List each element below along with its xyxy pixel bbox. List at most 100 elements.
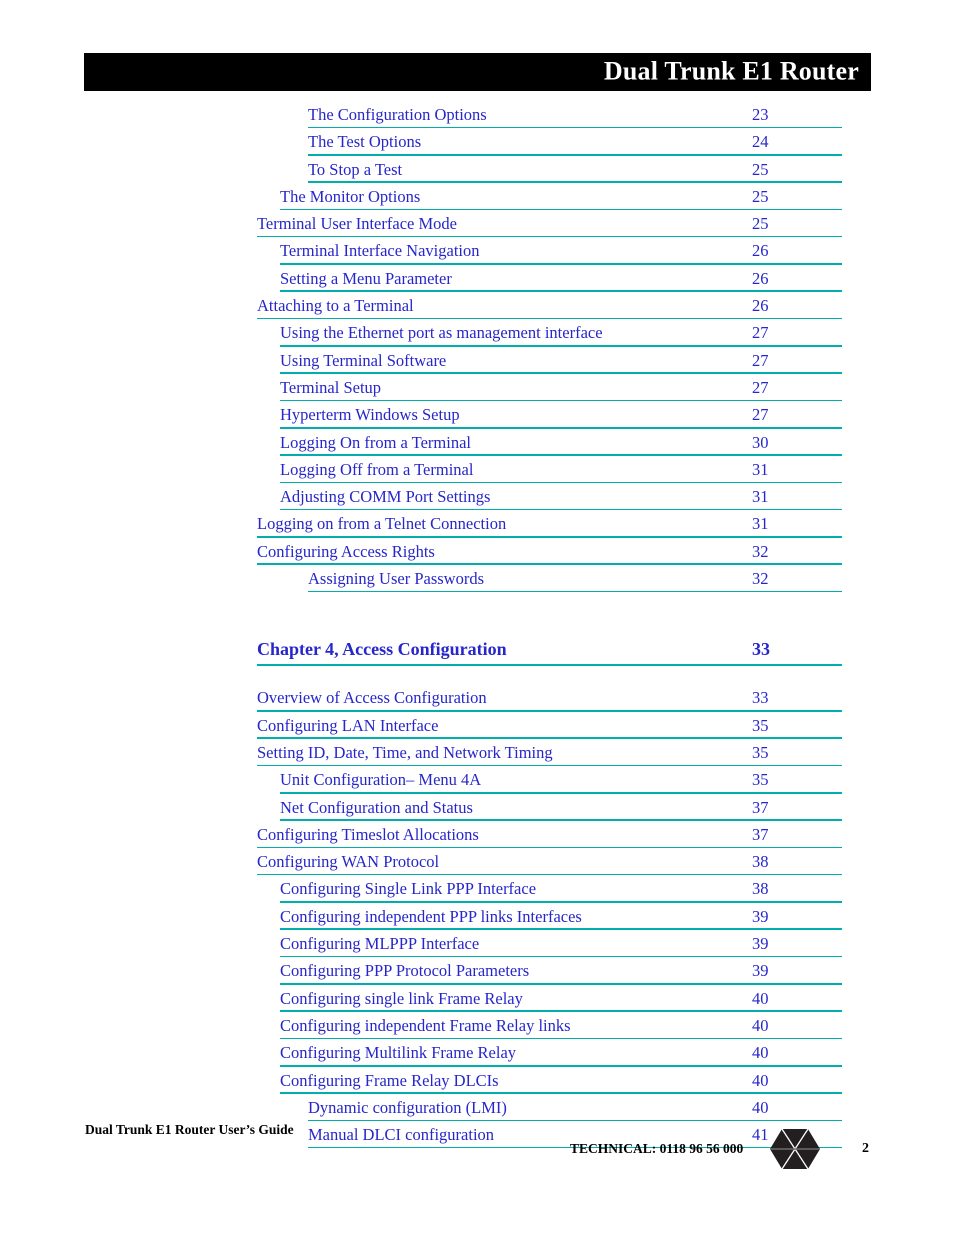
- toc-row[interactable]: Hyperterm Windows Setup 27: [0, 404, 954, 431]
- toc-row[interactable]: Overview of Access Configuration 33: [0, 687, 954, 714]
- toc-entry-label[interactable]: Configuring single link Frame Relay: [280, 989, 523, 1009]
- page-title: Dual Trunk E1 Router: [603, 56, 859, 86]
- toc-entry-label[interactable]: Configuring Multilink Frame Relay: [280, 1043, 516, 1063]
- toc-entry-rule: [280, 1064, 842, 1067]
- toc-row[interactable]: Configuring Multilink Frame Relay 40: [0, 1042, 954, 1069]
- toc-entry-page-number: 39: [752, 934, 769, 954]
- toc-entry-label[interactable]: Attaching to a Terminal: [257, 296, 414, 316]
- toc-entry-label[interactable]: Adjusting COMM Port Settings: [280, 487, 490, 507]
- toc-entry-rule: [280, 1092, 842, 1094]
- toc-entry-label[interactable]: Terminal Setup: [280, 378, 381, 398]
- toc-row[interactable]: To Stop a Test 25: [0, 159, 954, 186]
- toc-entry-label[interactable]: Configuring Timeslot Allocations: [257, 825, 479, 845]
- toc-entry-label[interactable]: Net Configuration and Status: [280, 798, 473, 818]
- toc-entry-page-number: 27: [752, 405, 769, 425]
- toc-entry-label[interactable]: Dynamic configuration (LMI): [308, 1098, 507, 1118]
- toc-row[interactable]: Adjusting COMM Port Settings 31: [0, 486, 954, 513]
- toc-entry-rule: [280, 399, 842, 402]
- toc-entry-label[interactable]: Logging on from a Telnet Connection: [257, 514, 506, 534]
- toc-row[interactable]: Configuring Single Link PPP Interface 38: [0, 878, 954, 905]
- toc-entry-label[interactable]: Overview of Access Configuration: [257, 688, 487, 708]
- toc-entry-page-number: 26: [752, 241, 769, 261]
- toc-row[interactable]: Attaching to a Terminal 26: [0, 295, 954, 322]
- toc-entry-label[interactable]: Configuring WAN Protocol: [257, 852, 439, 872]
- toc-row[interactable]: Setting a Menu Parameter 26: [0, 268, 954, 295]
- toc-entry-rule: [280, 955, 842, 958]
- toc-entry-label[interactable]: Terminal User Interface Mode: [257, 214, 457, 234]
- toc-row[interactable]: The Configuration Options 23: [0, 104, 954, 131]
- toc-row[interactable]: Configuring independent PPP links Interf…: [0, 906, 954, 933]
- toc-row[interactable]: The Test Options 24: [0, 131, 954, 158]
- footer-technical-contact: TECHNICAL: 0118 96 56 000: [570, 1141, 744, 1156]
- toc-entry-rule: [280, 372, 842, 374]
- toc-entry-page-number: 39: [752, 961, 769, 981]
- toc-row[interactable]: Configuring Access Rights 32: [0, 541, 954, 568]
- toc-entry-rule: [280, 454, 842, 456]
- toc-entry-rule: [257, 764, 842, 767]
- toc-row[interactable]: Net Configuration and Status 37: [0, 797, 954, 824]
- toc-entry-page-number: 26: [752, 268, 769, 288]
- toc-entry-label[interactable]: Terminal Interface Navigation: [280, 241, 480, 261]
- toc-entry-label[interactable]: Configuring independent PPP links Interf…: [280, 907, 582, 927]
- toc-row[interactable]: Logging on from a Telnet Connection 31: [0, 513, 954, 540]
- toc-entry-page-number: 33: [752, 688, 769, 708]
- toc-entry-label[interactable]: Configuring Frame Relay DLCIs: [280, 1071, 499, 1091]
- toc-row[interactable]: Terminal User Interface Mode 25: [0, 213, 954, 240]
- toc-entry-label[interactable]: Using Terminal Software: [280, 351, 446, 371]
- toc-entry-page-number: 33: [752, 639, 770, 660]
- toc-entry-rule: [257, 235, 842, 238]
- toc-entry-label[interactable]: The Configuration Options: [308, 105, 487, 125]
- toc-entry-label[interactable]: Configuring independent Frame Relay link…: [280, 1016, 571, 1036]
- toc-entry-label[interactable]: Configuring LAN Interface: [257, 716, 438, 736]
- toc-entry-label[interactable]: Configuring MLPPP Interface: [280, 934, 479, 954]
- toc-entry-label[interactable]: Configuring Access Rights: [257, 542, 435, 562]
- toc-row[interactable]: Using Terminal Software 27: [0, 350, 954, 377]
- toc-entry-page-number: 27: [752, 350, 769, 370]
- toc-chapter-label[interactable]: Chapter 4, Access Configuration: [257, 638, 507, 661]
- toc-entry-rule: [280, 1037, 842, 1040]
- toc-row[interactable]: Setting ID, Date, Time, and Network Timi…: [0, 742, 954, 769]
- toc-entry-label[interactable]: The Monitor Options: [280, 187, 420, 207]
- toc-entry-label[interactable]: Hyperterm Windows Setup: [280, 405, 460, 425]
- toc-row[interactable]: Configuring WAN Protocol 38: [0, 851, 954, 878]
- toc-entry-label[interactable]: Configuring PPP Protocol Parameters: [280, 961, 529, 981]
- toc-entry-rule: [308, 154, 842, 156]
- toc-row[interactable]: Logging On from a Terminal 30: [0, 432, 954, 459]
- toc-entry-rule: [257, 873, 842, 876]
- toc-row[interactable]: Configuring MLPPP Interface 39: [0, 933, 954, 960]
- toc-entry-label[interactable]: Logging On from a Terminal: [280, 433, 471, 453]
- toc-entry-rule: [280, 901, 842, 903]
- toc-row[interactable]: Using the Ethernet port as management in…: [0, 322, 954, 349]
- toc-entry-page-number: 38: [752, 852, 769, 872]
- toc-row[interactable]: Configuring LAN Interface 35: [0, 715, 954, 742]
- toc-entry-label[interactable]: Setting ID, Date, Time, and Network Timi…: [257, 743, 553, 763]
- toc-row[interactable]: Logging Off from a Terminal 31: [0, 459, 954, 486]
- toc-entry-rule: [280, 508, 842, 511]
- toc-entry-label[interactable]: Using the Ethernet port as management in…: [280, 323, 603, 343]
- toc-entry-label[interactable]: Unit Configuration– Menu 4A: [280, 770, 481, 790]
- toc-entry-label[interactable]: Configuring Single Link PPP Interface: [280, 879, 536, 899]
- toc-entry-label[interactable]: Assigning User Passwords: [308, 569, 484, 589]
- toc-row[interactable]: Configuring single link Frame Relay 40: [0, 988, 954, 1015]
- toc-row[interactable]: Unit Configuration– Menu 4A 35: [0, 769, 954, 796]
- toc-row[interactable]: Configuring PPP Protocol Parameters 39: [0, 960, 954, 987]
- toc-entry-page-number: 35: [752, 742, 769, 762]
- toc-entry-label[interactable]: The Test Options: [308, 132, 421, 152]
- toc-entry-page-number: 37: [752, 797, 769, 817]
- toc-row[interactable]: Terminal Setup 27: [0, 377, 954, 404]
- toc-entry-rule: [280, 819, 842, 821]
- toc-entry-label[interactable]: Setting a Menu Parameter: [280, 269, 452, 289]
- toc-row[interactable]: Configuring Frame Relay DLCIs 40: [0, 1070, 954, 1097]
- toc-row[interactable]: Configuring Timeslot Allocations 37: [0, 824, 954, 851]
- toc-row[interactable]: The Monitor Options 25: [0, 186, 954, 213]
- toc-row[interactable]: Configuring independent Frame Relay link…: [0, 1015, 954, 1042]
- toc-entry-page-number: 31: [752, 459, 769, 479]
- toc-row[interactable]: Assigning User Passwords 32: [0, 568, 954, 595]
- toc-entry-page-number: 27: [752, 377, 769, 397]
- toc-entry-label[interactable]: Logging Off from a Terminal: [280, 460, 473, 480]
- toc-row[interactable]: Terminal Interface Navigation 26: [0, 240, 954, 267]
- toc-chapter-row[interactable]: Chapter 4, Access Configuration 33: [0, 638, 954, 668]
- toc-entry-rule: [280, 791, 842, 794]
- toc-entry-label[interactable]: To Stop a Test: [308, 160, 402, 180]
- toc-entry-page-number: 31: [752, 514, 769, 534]
